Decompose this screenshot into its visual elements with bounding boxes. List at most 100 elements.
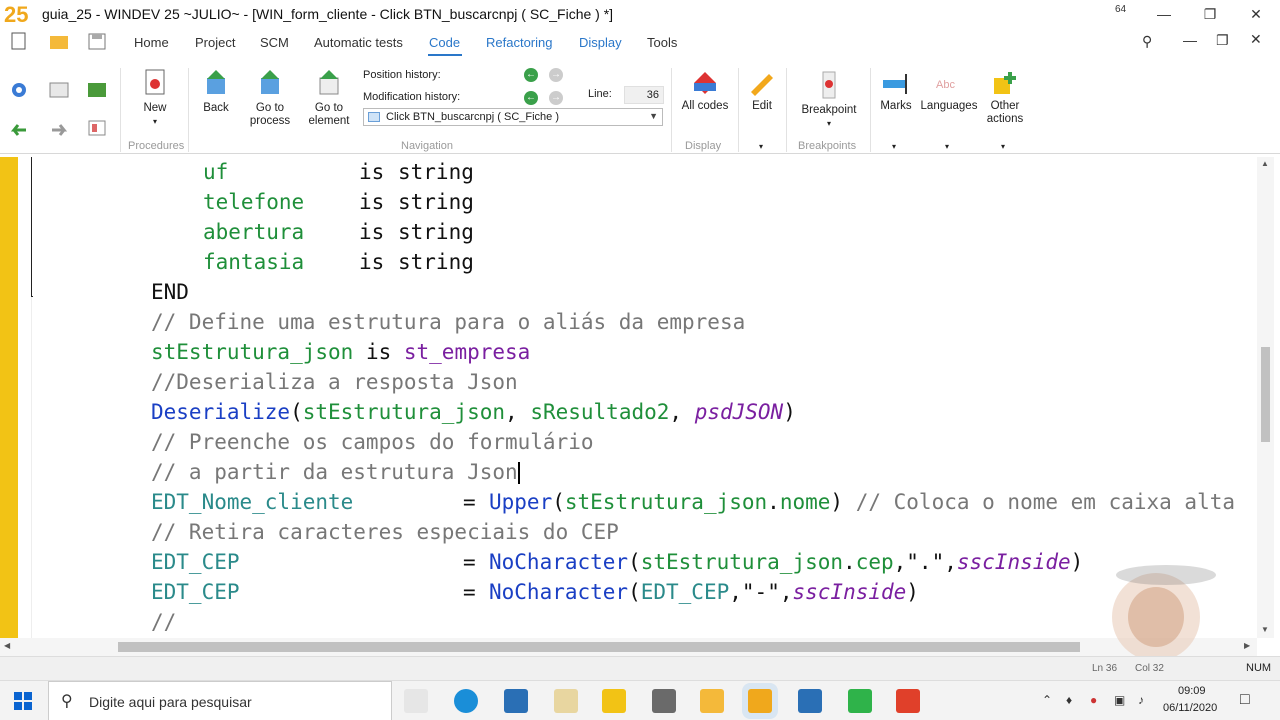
position-history-label: Position history: <box>363 69 441 81</box>
breakpoint-icon <box>822 71 836 99</box>
code-line: stEstrutura_json is st_empresa <box>151 340 531 364</box>
other-actions-dropdown-icon[interactable]: ▾ <box>1001 142 1005 151</box>
redo-arrow-icon[interactable] <box>48 118 70 138</box>
layout-icon[interactable] <box>86 118 108 138</box>
status-numlock: NUM <box>1246 662 1272 674</box>
position-back-icon[interactable]: ← <box>524 68 538 82</box>
recorder-icon[interactable] <box>896 689 920 713</box>
scroll-up-icon[interactable]: ▲ <box>1261 159 1269 168</box>
line-number-field[interactable]: 36 <box>624 86 664 104</box>
ribbon-minimize-icon[interactable]: — <box>1183 32 1197 48</box>
vertical-scroll-thumb[interactable] <box>1261 347 1270 442</box>
ribbon-close-icon[interactable]: ✕ <box>1250 31 1262 48</box>
task-view-icon[interactable] <box>404 689 428 713</box>
code-line: fantasia is string <box>203 250 474 274</box>
status-bar: Ln 36 Col 32 NUM <box>0 656 1280 680</box>
modification-back-icon[interactable]: ← <box>524 91 538 105</box>
horizontal-scrollbar[interactable]: ◀ ▶ <box>0 638 1257 656</box>
minimize-icon: — <box>1157 6 1171 22</box>
other-actions-icon <box>994 72 1016 94</box>
code-comment: // Preenche os campos do formulário <box>151 430 594 454</box>
tab-refactoring[interactable]: Refactoring <box>486 35 552 50</box>
scroll-right-icon[interactable]: ▶ <box>1244 641 1250 650</box>
tab-tools[interactable]: Tools <box>647 35 677 50</box>
open-folder-icon[interactable] <box>48 31 70 51</box>
minimize-button[interactable]: — <box>1141 0 1187 28</box>
new-file-icon[interactable] <box>8 31 30 51</box>
search-icon[interactable]: ⚲ <box>1142 33 1152 50</box>
svg-text:25: 25 <box>4 2 28 26</box>
app-icon[interactable] <box>554 689 578 713</box>
status-column: Col 32 <box>1135 663 1164 674</box>
new-button[interactable]: New ▾ <box>132 68 178 128</box>
windows-start-icon[interactable] <box>14 692 32 710</box>
group-breakpoints-label: Breakpoints <box>798 140 857 152</box>
code-editor[interactable]: uf is string telefone is string abertura is st… <box>33 157 1257 638</box>
edit-dropdown-icon[interactable]: ▾ <box>759 142 763 151</box>
marks-dropdown-icon[interactable]: ▾ <box>892 142 896 151</box>
fold-gutter[interactable] <box>18 157 32 638</box>
all-codes-icon <box>694 72 716 94</box>
marks-button[interactable]: Marks <box>875 70 917 113</box>
go-to-element-icon <box>319 70 339 95</box>
tab-project[interactable]: Project <box>195 35 235 50</box>
go-to-process-button[interactable]: Go to process <box>244 68 296 128</box>
breakpoint-button[interactable]: Breakpoint ▾ <box>796 70 862 130</box>
windev-25-icon[interactable] <box>748 689 772 713</box>
svg-text:Abc: Abc <box>936 79 955 91</box>
remote-app-icon[interactable] <box>798 689 822 713</box>
settings-gear-icon[interactable] <box>8 80 30 100</box>
vertical-scrollbar[interactable]: ▲ ▼ <box>1257 157 1274 638</box>
title-bar: 25 guia_25 - WINDEV 25 ~JULIO~ - [WIN_fo… <box>0 0 1280 28</box>
volume-icon[interactable]: ♪ <box>1138 693 1144 707</box>
tab-display[interactable]: Display <box>579 35 622 50</box>
network-icon[interactable]: ▣ <box>1114 693 1125 707</box>
scroll-down-icon[interactable]: ▼ <box>1261 625 1269 634</box>
taskbar-clock-time[interactable]: 09:09 <box>1178 685 1206 697</box>
taskbar-search-box[interactable]: ⚲ Digite aqui para pesquisar <box>48 681 392 720</box>
maximize-button[interactable]: ❐ <box>1187 0 1233 28</box>
navigation-select[interactable]: Click BTN_buscarcnpj ( SC_Fiche ) ▼ <box>363 108 663 126</box>
edit-button[interactable]: Edit <box>744 70 780 113</box>
undo-arrow-icon[interactable] <box>8 118 30 138</box>
bitness-badge: 64 <box>1115 4 1127 15</box>
fold-line <box>31 157 32 297</box>
position-forward-icon[interactable]: → <box>549 68 563 82</box>
close-button[interactable]: ✕ <box>1233 0 1279 28</box>
save-icon[interactable] <box>86 31 108 51</box>
horizontal-scroll-thumb[interactable] <box>118 642 1080 652</box>
code-line: abertura is string <box>203 220 474 244</box>
tray-app-icon[interactable]: ♦ <box>1066 693 1072 707</box>
scroll-left-icon[interactable]: ◀ <box>4 641 10 650</box>
group-procedures-label: Procedures <box>128 140 185 152</box>
taskbar-clock-date[interactable]: 06/11/2020 <box>1163 702 1217 714</box>
all-codes-button[interactable]: All codes <box>678 70 732 113</box>
mysql-icon[interactable] <box>504 689 528 713</box>
modification-forward-icon[interactable]: → <box>549 91 563 105</box>
languages-dropdown-icon[interactable]: ▾ <box>945 142 949 151</box>
file-explorer-icon[interactable] <box>700 689 724 713</box>
window-editor-icon[interactable] <box>48 80 70 100</box>
notifications-icon[interactable]: □ <box>1240 691 1250 709</box>
other-actions-button[interactable]: Other actions <box>982 70 1028 126</box>
tab-automatic-tests[interactable]: Automatic tests <box>314 35 403 50</box>
code-line: Deserialize(stEstrutura_json, sResultado… <box>151 400 796 424</box>
edge-browser-icon[interactable] <box>454 689 478 713</box>
webdev-icon[interactable] <box>652 689 676 713</box>
languages-button[interactable]: Abc Languages <box>920 70 978 113</box>
tray-alert-icon[interactable]: ● <box>1090 693 1097 707</box>
tab-home[interactable]: Home <box>134 35 169 50</box>
back-button[interactable]: Back <box>196 68 236 115</box>
breakpoint-gutter[interactable] <box>0 157 18 638</box>
ribbon: New ▾ Procedures Back Go to process Go to e… <box>0 56 1280 154</box>
tab-code[interactable]: Code <box>429 35 460 50</box>
ribbon-restore-icon[interactable]: ❐ <box>1216 32 1229 49</box>
go-to-element-button[interactable]: Go to element <box>303 68 355 128</box>
wlanguage-64-icon[interactable] <box>86 80 108 100</box>
tab-scm[interactable]: SCM <box>260 35 289 50</box>
tray-chevron-icon[interactable]: ⌃ <box>1042 693 1052 707</box>
close-icon: ✕ <box>1250 5 1262 22</box>
windev-24-icon[interactable] <box>602 689 626 713</box>
code-line: EDT_CEP = NoCharacter(EDT_CEP,"-",sscInsi… <box>151 580 919 604</box>
camtasia-icon[interactable] <box>848 689 872 713</box>
